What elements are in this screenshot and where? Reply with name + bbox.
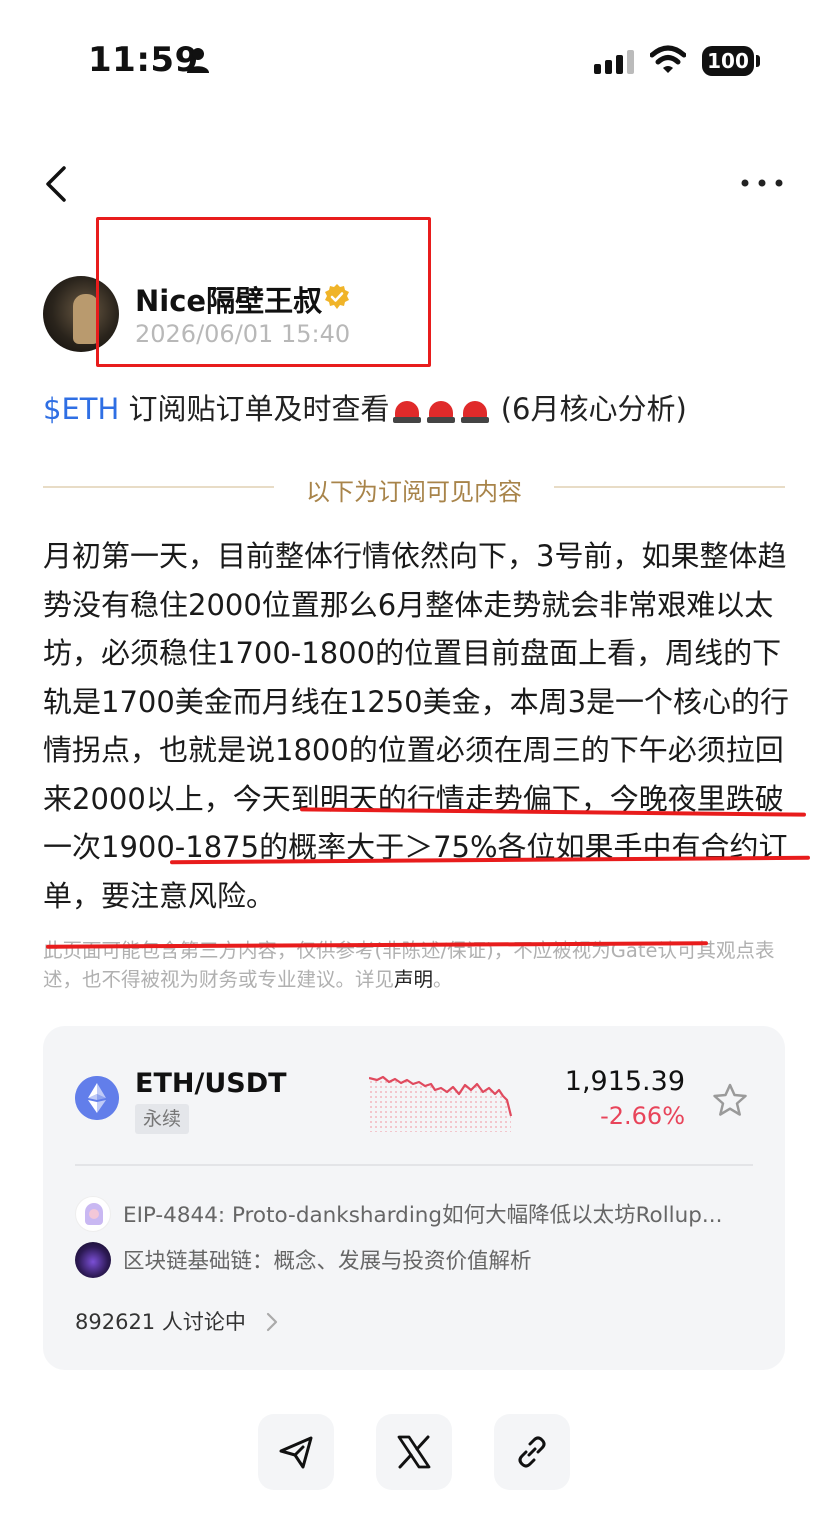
title-text: 订阅贴订单及时查看 bbox=[119, 392, 390, 426]
related-title: 区块链基础链：概念、发展与投资价值解析 bbox=[123, 1249, 532, 1274]
title-suffix: (6月核心分析) bbox=[491, 392, 687, 426]
signal-icon bbox=[594, 50, 634, 74]
eth-icon bbox=[75, 1076, 119, 1120]
copy-link-button[interactable] bbox=[494, 1414, 570, 1490]
back-icon[interactable] bbox=[38, 162, 78, 206]
x-logo-icon bbox=[397, 1435, 431, 1469]
battery-icon: 100 bbox=[702, 46, 754, 76]
link-icon bbox=[518, 1436, 546, 1468]
divider-right bbox=[554, 486, 785, 488]
share-send-button[interactable] bbox=[258, 1414, 334, 1490]
chevron-right-icon[interactable] bbox=[265, 1311, 279, 1333]
status-bar: 11:59 100 bbox=[0, 0, 828, 120]
related-article[interactable]: 区块链基础链：概念、发展与投资价值解析 bbox=[75, 1240, 765, 1280]
siren-icon bbox=[392, 395, 421, 423]
red-annotation-box bbox=[96, 217, 431, 367]
card-divider bbox=[75, 1164, 753, 1166]
market-card: ETH/USDT 永续 1,915.39 -2.66% EIP-4844: Pr… bbox=[43, 1026, 785, 1370]
article-thumbnail bbox=[75, 1242, 111, 1278]
discussion-count[interactable]: 892621 人讨论中 bbox=[75, 1306, 246, 1336]
article-thumbnail bbox=[75, 1196, 111, 1232]
disclaimer-end: 。 bbox=[433, 968, 453, 991]
related-title: EIP-4844: Proto-danksharding如何大幅降低以太坊Rol… bbox=[123, 1203, 723, 1228]
post-title: $ETH 订阅贴订单及时查看 (6月核心分析) bbox=[43, 386, 687, 428]
price-change: -2.66% bbox=[600, 1102, 685, 1130]
ticker-link[interactable]: $ETH bbox=[43, 392, 119, 426]
siren-icon bbox=[460, 395, 489, 423]
related-article[interactable]: EIP-4844: Proto-danksharding如何大幅降低以太坊Rol… bbox=[75, 1194, 765, 1234]
subscription-label: 以下为订阅可见内容 bbox=[306, 478, 522, 506]
disclaimer-link[interactable]: 声明 bbox=[394, 968, 433, 991]
battery-tip bbox=[756, 55, 760, 67]
perpetual-badge: 永续 bbox=[135, 1104, 190, 1134]
wifi-icon bbox=[650, 45, 686, 73]
status-time: 11:59 bbox=[88, 40, 199, 80]
more-icon[interactable] bbox=[740, 176, 784, 190]
pair-name[interactable]: ETH/USDT bbox=[135, 1068, 287, 1099]
divider-left bbox=[43, 486, 274, 488]
price-sparkline bbox=[369, 1075, 513, 1132]
star-icon[interactable] bbox=[711, 1082, 749, 1118]
send-icon bbox=[279, 1436, 313, 1469]
siren-icon bbox=[426, 395, 455, 423]
share-x-button[interactable] bbox=[376, 1414, 452, 1490]
person-icon bbox=[187, 48, 209, 73]
last-price: 1,915.39 bbox=[564, 1066, 685, 1097]
